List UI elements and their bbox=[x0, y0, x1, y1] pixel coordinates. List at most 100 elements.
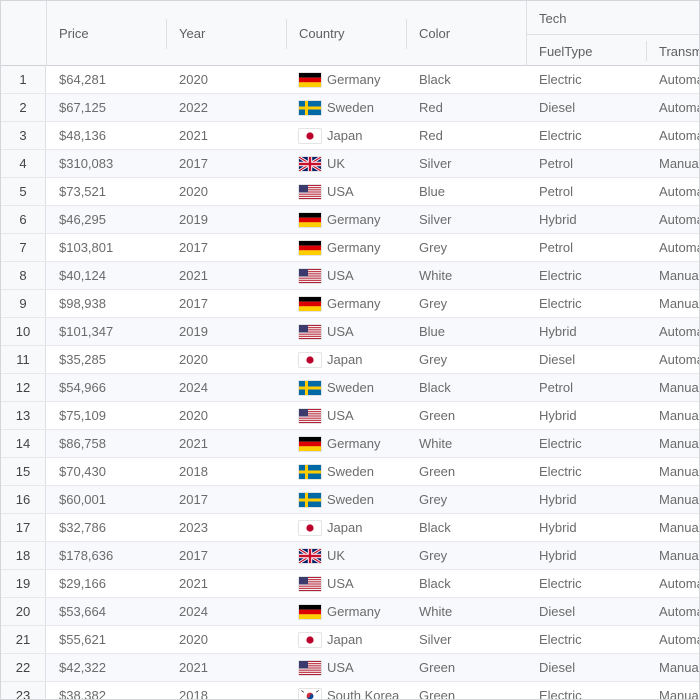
cell-price[interactable]: $32,786 bbox=[47, 514, 167, 541]
cell-transmission[interactable]: Automatic bbox=[647, 598, 699, 625]
cell-transmission[interactable]: Automatic bbox=[647, 626, 699, 653]
cell-price[interactable]: $35,285 bbox=[47, 346, 167, 373]
cell-color[interactable]: White bbox=[407, 430, 527, 457]
cell-country[interactable]: USA bbox=[287, 654, 407, 681]
cell-year[interactable]: 2024 bbox=[167, 374, 287, 401]
cell-color[interactable]: Green bbox=[407, 654, 527, 681]
cell-fueltype[interactable]: Hybrid bbox=[527, 318, 647, 345]
cell-country[interactable]: Sweden bbox=[287, 486, 407, 513]
table-row[interactable]: 6$46,2952019 Germany SilverHybridAutomatic bbox=[1, 206, 699, 234]
cell-color[interactable]: Blue bbox=[407, 178, 527, 205]
cell-transmission[interactable]: Automatic bbox=[647, 122, 699, 149]
cell-price[interactable]: $86,758 bbox=[47, 430, 167, 457]
table-row[interactable]: 4 $310,083 2017 UK Silver Petrol Manual bbox=[1, 150, 699, 178]
cell-year[interactable]: 2018 bbox=[167, 682, 287, 699]
cell-transmission[interactable]: Automatic bbox=[647, 346, 699, 373]
cell-color[interactable]: Grey bbox=[407, 346, 527, 373]
cell-price[interactable]: $29,166 bbox=[47, 570, 167, 597]
table-row[interactable]: 19$29,1662021 USA BlackElectricAutomatic bbox=[1, 570, 699, 598]
cell-fueltype[interactable]: Electric bbox=[527, 458, 647, 485]
cell-year[interactable]: 2021 bbox=[167, 654, 287, 681]
table-row[interactable]: 18 $178,636 2017 UK Grey Hybrid Manual bbox=[1, 542, 699, 570]
cell-transmission[interactable]: Manual bbox=[647, 290, 699, 317]
column-header-transmission[interactable]: Transmission bbox=[647, 35, 699, 66]
table-row[interactable]: 1$64,2812020 Germany BlackElectricAutomati… bbox=[1, 66, 699, 94]
cell-year[interactable]: 2021 bbox=[167, 262, 287, 289]
cell-country[interactable]: Germany bbox=[287, 598, 407, 625]
column-header-country[interactable]: Country bbox=[287, 1, 407, 66]
table-row[interactable]: 23 $38,382 2018 South Korea Green Electric Man… bbox=[1, 682, 699, 699]
cell-country[interactable]: UK bbox=[287, 542, 407, 569]
cell-country[interactable]: USA bbox=[287, 402, 407, 429]
cell-fueltype[interactable]: Electric bbox=[527, 682, 647, 699]
cell-transmission[interactable]: Automatic bbox=[647, 94, 699, 121]
table-row[interactable]: 16 $60,001 2017 Sweden Grey Hybrid Manual bbox=[1, 486, 699, 514]
cell-price[interactable]: $48,136 bbox=[47, 122, 167, 149]
cell-country[interactable]: Germany bbox=[287, 290, 407, 317]
cell-color[interactable]: Silver bbox=[407, 206, 527, 233]
cell-price[interactable]: $46,295 bbox=[47, 206, 167, 233]
cell-country[interactable]: Japan bbox=[287, 122, 407, 149]
cell-color[interactable]: Silver bbox=[407, 150, 527, 177]
cell-transmission[interactable]: Manual bbox=[647, 430, 699, 457]
cell-color[interactable]: Black bbox=[407, 570, 527, 597]
cell-country[interactable]: Japan bbox=[287, 346, 407, 373]
cell-fueltype[interactable]: Hybrid bbox=[527, 514, 647, 541]
cell-country[interactable]: Germany bbox=[287, 66, 407, 93]
cell-fueltype[interactable]: Petrol bbox=[527, 150, 647, 177]
cell-color[interactable]: Black bbox=[407, 514, 527, 541]
table-row[interactable]: 17 $32,786 2023 Japan Black Hybrid Manual bbox=[1, 514, 699, 542]
cell-fueltype[interactable]: Diesel bbox=[527, 654, 647, 681]
table-row[interactable]: 22 $42,322 2021 USA Green Diesel Manual bbox=[1, 654, 699, 682]
cell-year[interactable]: 2017 bbox=[167, 150, 287, 177]
cell-price[interactable]: $101,347 bbox=[47, 318, 167, 345]
cell-color[interactable]: Black bbox=[407, 66, 527, 93]
cell-transmission[interactable]: Manual bbox=[647, 682, 699, 699]
cell-country[interactable]: Germany bbox=[287, 430, 407, 457]
cell-fueltype[interactable]: Electric bbox=[527, 122, 647, 149]
cell-country[interactable]: Germany bbox=[287, 206, 407, 233]
cell-color[interactable]: White bbox=[407, 262, 527, 289]
cell-transmission[interactable]: Automatic bbox=[647, 318, 699, 345]
cell-transmission[interactable]: Manual bbox=[647, 262, 699, 289]
cell-price[interactable]: $73,521 bbox=[47, 178, 167, 205]
cell-price[interactable]: $38,382 bbox=[47, 682, 167, 699]
cell-year[interactable]: 2017 bbox=[167, 542, 287, 569]
cell-fueltype[interactable]: Electric bbox=[527, 66, 647, 93]
cell-year[interactable]: 2022 bbox=[167, 94, 287, 121]
cell-year[interactable]: 2021 bbox=[167, 122, 287, 149]
cell-transmission[interactable]: Manual bbox=[647, 654, 699, 681]
cell-year[interactable]: 2020 bbox=[167, 402, 287, 429]
cell-fueltype[interactable]: Electric bbox=[527, 570, 647, 597]
cell-price[interactable]: $67,125 bbox=[47, 94, 167, 121]
table-row[interactable]: 11$35,2852020 Japan GreyDieselAutomatic bbox=[1, 346, 699, 374]
cell-country[interactable]: USA bbox=[287, 570, 407, 597]
cell-country[interactable]: Japan bbox=[287, 514, 407, 541]
cell-fueltype[interactable]: Diesel bbox=[527, 94, 647, 121]
cell-country[interactable]: Sweden bbox=[287, 94, 407, 121]
cell-color[interactable]: Green bbox=[407, 682, 527, 699]
cell-price[interactable]: $75,109 bbox=[47, 402, 167, 429]
cell-year[interactable]: 2017 bbox=[167, 486, 287, 513]
cell-transmission[interactable]: Automatic bbox=[647, 234, 699, 261]
cell-price[interactable]: $42,322 bbox=[47, 654, 167, 681]
cell-color[interactable]: White bbox=[407, 598, 527, 625]
cell-country[interactable]: Japan bbox=[287, 626, 407, 653]
cell-transmission[interactable]: Manual bbox=[647, 486, 699, 513]
cell-country[interactable]: USA bbox=[287, 262, 407, 289]
cell-price[interactable]: $64,281 bbox=[47, 66, 167, 93]
cell-fueltype[interactable]: Electric bbox=[527, 262, 647, 289]
cell-year[interactable]: 2020 bbox=[167, 178, 287, 205]
table-row[interactable]: 10$101,3472019 USA BlueHybridAutomatic bbox=[1, 318, 699, 346]
cell-year[interactable]: 2017 bbox=[167, 290, 287, 317]
cell-price[interactable]: $70,430 bbox=[47, 458, 167, 485]
cell-color[interactable]: Green bbox=[407, 458, 527, 485]
table-row[interactable]: 21$55,6212020 Japan SilverElectricAutomati… bbox=[1, 626, 699, 654]
cell-color[interactable]: Silver bbox=[407, 626, 527, 653]
table-row[interactable]: 9 $98,938 2017 Germany Grey Electric Manual bbox=[1, 290, 699, 318]
cell-transmission[interactable]: Automatic bbox=[647, 206, 699, 233]
cell-color[interactable]: Grey bbox=[407, 486, 527, 513]
cell-year[interactable]: 2024 bbox=[167, 598, 287, 625]
table-row[interactable]: 13 $75,109 2020 USA Green Hybrid Manual bbox=[1, 402, 699, 430]
cell-fueltype[interactable]: Hybrid bbox=[527, 206, 647, 233]
